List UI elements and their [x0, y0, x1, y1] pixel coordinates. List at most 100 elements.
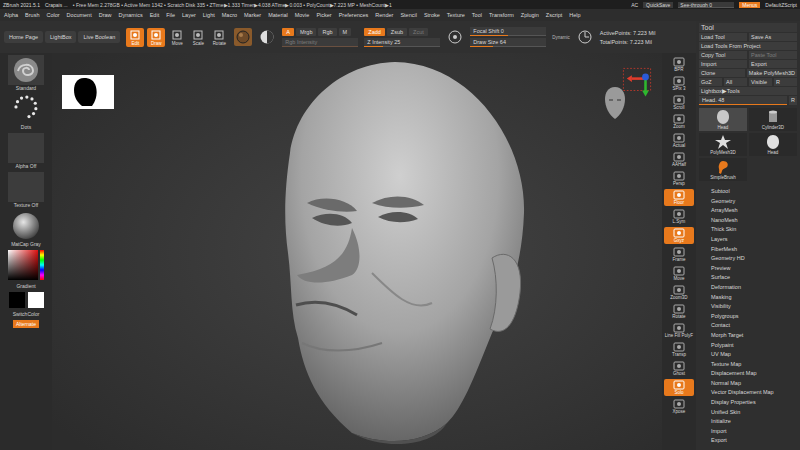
tool-section[interactable]: Preview — [711, 264, 797, 274]
tool-button[interactable]: Paste Tool — [749, 51, 797, 59]
tool-button[interactable]: Save As — [749, 33, 797, 41]
tool-section[interactable]: Import — [711, 427, 797, 437]
z-mode-button[interactable]: Zsub — [387, 28, 407, 36]
menu-item[interactable]: Stroke — [424, 12, 440, 18]
menu-item[interactable]: Tool — [472, 12, 482, 18]
tool-section[interactable]: Visibility — [711, 302, 797, 312]
tool-button[interactable]: GoZ — [699, 78, 722, 86]
menu-item[interactable]: Material — [268, 12, 288, 18]
tool-button[interactable]: R — [774, 78, 797, 86]
z-intensity-slider[interactable]: Z Intensity 25 — [364, 38, 440, 47]
shelf-button[interactable]: Ghost — [664, 360, 694, 377]
mode-button[interactable]: Rotate — [210, 28, 228, 47]
shelf-tile[interactable]: Texture Off — [8, 172, 44, 208]
see-through-slider[interactable]: See-through 0 — [678, 2, 734, 8]
tool-section[interactable]: ArrayMesh — [711, 206, 797, 216]
r-button[interactable]: R — [789, 96, 797, 105]
menu-item[interactable]: Render — [375, 12, 393, 18]
menu-item[interactable]: Document — [67, 12, 92, 18]
menu-item[interactable]: Help — [569, 12, 580, 18]
navigation-thumbnail[interactable] — [62, 75, 114, 109]
menu-item[interactable]: Macro — [222, 12, 237, 18]
shelf-button[interactable]: Line Fill PolyF — [664, 322, 694, 339]
tool-section[interactable]: Polypaint — [711, 341, 797, 351]
menu-item[interactable]: Marker — [244, 12, 261, 18]
tool-section[interactable]: Unified Skin — [711, 408, 797, 418]
shelf-button[interactable]: Rotate — [664, 303, 694, 320]
tool-button[interactable]: Visible — [749, 78, 772, 86]
tool-button[interactable]: Load Tools From Project — [699, 42, 797, 50]
shelf-button[interactable]: Zoom3D — [664, 284, 694, 301]
mode-button[interactable]: Edit — [126, 28, 144, 47]
tool-section[interactable]: Deformation — [711, 283, 797, 293]
tool-palette-title[interactable]: Tool — [699, 23, 797, 32]
shelf-button[interactable]: Frame — [664, 246, 694, 263]
tool-section[interactable]: Vector Displacement Map — [711, 388, 797, 398]
menu-item[interactable]: Movie — [295, 12, 310, 18]
tool-button[interactable]: Import — [699, 60, 747, 68]
channel-button[interactable]: Rgb — [318, 28, 336, 36]
tool-section[interactable]: FiberMesh — [711, 245, 797, 255]
secondary-color-swatch[interactable] — [28, 292, 44, 308]
menu-item[interactable]: Draw — [99, 12, 112, 18]
tool-button[interactable]: Export — [749, 60, 797, 68]
tool-button[interactable]: Make PolyMesh3D — [747, 69, 797, 77]
tool-section[interactable]: Layers — [711, 235, 797, 245]
menus-button[interactable]: Menus — [739, 2, 760, 8]
material-sphere-icon[interactable] — [234, 28, 252, 46]
menu-item[interactable]: Picker — [316, 12, 331, 18]
focal-icon[interactable] — [446, 28, 464, 46]
main-color-swatch[interactable] — [9, 292, 25, 308]
shelf-button[interactable]: Scroll — [664, 94, 694, 111]
dynamic-button[interactable]: Dynamic — [552, 35, 570, 40]
home-button[interactable]: Home Page — [4, 31, 43, 43]
brush-slider[interactable]: Focal Shift 0 — [470, 27, 546, 36]
tool-section[interactable]: Subtool — [711, 187, 797, 197]
shelf-button[interactable]: Solo — [664, 379, 694, 396]
script-name[interactable]: DefaultZScript — [765, 2, 797, 8]
switch-color-button[interactable]: SwitchColor — [13, 311, 40, 317]
tool-section[interactable]: Initialize — [711, 417, 797, 427]
tool-section[interactable]: Texture Map — [711, 360, 797, 370]
shelf-button[interactable]: SPix 3 — [664, 75, 694, 92]
quicksave-button[interactable]: QuickSave — [643, 2, 673, 8]
tool-thumbnail[interactable]: Head — [699, 108, 747, 131]
tool-button[interactable]: Clone — [699, 69, 745, 77]
shelf-button[interactable]: BPR — [664, 56, 694, 73]
tool-section[interactable]: Masking — [711, 293, 797, 303]
tool-thumbnail[interactable]: Head — [749, 133, 797, 156]
home-button[interactable]: LightBox — [45, 31, 76, 43]
menu-item[interactable]: Alpha — [4, 12, 18, 18]
menu-item[interactable]: Edit — [150, 12, 159, 18]
brush-slider[interactable]: Draw Size 64 — [470, 38, 546, 47]
tool-section[interactable]: Morph Target — [711, 331, 797, 341]
mode-button[interactable]: Scale — [189, 28, 207, 47]
axis-gizmo-icon[interactable] — [620, 65, 654, 99]
alternate-button[interactable]: Alternate — [13, 320, 39, 328]
tool-section[interactable]: Polygroups — [711, 312, 797, 322]
menu-item[interactable]: Transform — [489, 12, 514, 18]
sculpted-head[interactable] — [52, 53, 662, 450]
gyro-icon[interactable] — [258, 28, 276, 46]
mode-button[interactable]: Move — [168, 28, 186, 47]
gradient-label[interactable]: Gradient — [16, 283, 35, 289]
shelf-button[interactable]: Transp — [664, 341, 694, 358]
menu-item[interactable]: File — [166, 12, 175, 18]
tool-button[interactable]: Load Tool — [699, 33, 747, 41]
menu-item[interactable]: Zplugin — [521, 12, 539, 18]
mode-button[interactable]: Draw — [147, 28, 165, 47]
tool-section[interactable]: Export — [711, 436, 797, 446]
tool-section[interactable]: Thick Skin — [711, 225, 797, 235]
z-mode-button[interactable]: Zcut — [409, 28, 428, 36]
z-mode-button[interactable]: Zadd — [364, 28, 385, 36]
tool-section[interactable]: Contact — [711, 321, 797, 331]
tool-thumbnail[interactable]: Cylinder3D — [749, 108, 797, 131]
shelf-button[interactable]: Xpose — [664, 398, 694, 415]
channel-button[interactable]: M — [339, 28, 352, 36]
tool-thumbnail[interactable]: PolyMesh3D — [699, 133, 747, 156]
shelf-button[interactable]: Persp — [664, 170, 694, 187]
tool-thumbnail[interactable]: SimpleBrush — [699, 158, 747, 181]
tool-section[interactable]: UV Map — [711, 350, 797, 360]
tool-section[interactable]: NanoMesh — [711, 216, 797, 226]
shelf-tile[interactable]: Dots — [8, 94, 44, 130]
